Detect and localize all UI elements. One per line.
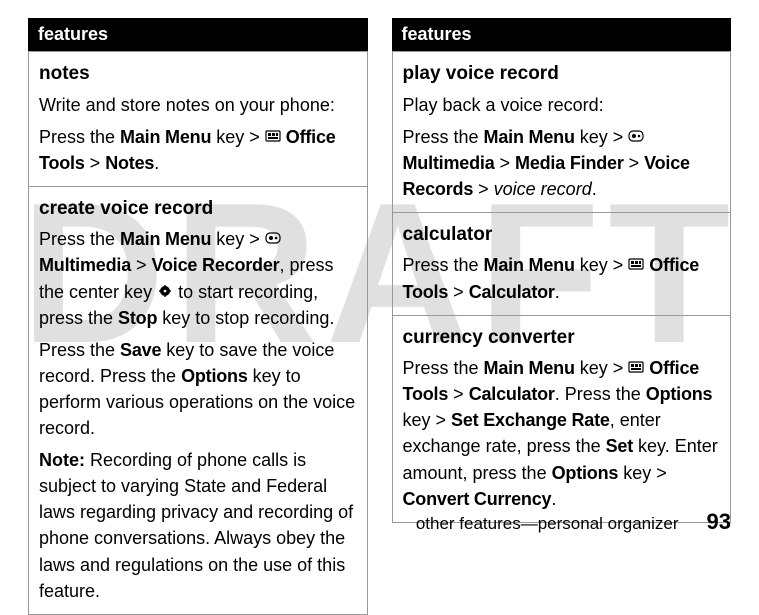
text-mid2: key > [403,410,452,430]
text-mid3: key to stop recording. [157,308,334,328]
footer-label: other features—personal organizer [416,514,679,534]
text-gt: > [131,255,152,275]
label-calculator: Calculator [469,384,555,404]
cell-notes: notes Write and store notes on your phon… [28,51,368,186]
label-set-exchange-rate: Set Exchange Rate [451,410,610,430]
text-press: Press the [39,127,120,147]
multimedia-icon [265,230,281,246]
text-key-gt: key > [211,127,265,147]
label-voice-record-item: voice record [494,179,592,199]
text-press: Press the [403,358,484,378]
text-gt2: > [624,153,645,173]
text-gt1: > [495,153,516,173]
cell-play-voice: play voice record Play back a voice reco… [392,51,732,212]
title-create-voice: create voice record [39,195,357,223]
title-notes: notes [39,60,357,88]
label-main-menu: Main Menu [120,229,211,249]
label-multimedia: Multimedia [39,255,131,275]
center-key-icon [157,283,173,299]
create-path: Press the Main Menu key > Multimedia > V… [39,226,357,330]
label-voice-recorder: Voice Recorder [152,255,280,275]
label-options: Options [181,366,248,386]
create-save: Press the Save key to save the voice rec… [39,337,357,441]
text-key-gt: key > [575,127,629,147]
text-mid1: . Press the [555,384,646,404]
create-note: Note: Recording of phone calls is subjec… [39,447,357,604]
notes-path: Press the Main Menu key > Office Tools >… [39,124,357,176]
label-options: Options [646,384,713,404]
page-number: 93 [707,509,731,535]
text-key-gt: key > [575,255,629,275]
play-path: Press the Main Menu key > Multimedia > M… [403,124,721,202]
text-p2a: Press the [39,340,120,360]
text-gt: > [448,282,469,302]
label-multimedia: Multimedia [403,153,495,173]
label-save: Save [120,340,161,360]
left-column: features notes Write and store notes on … [28,18,368,615]
title-calculator: calculator [403,221,721,249]
label-calculator: Calculator [469,282,555,302]
text-mid5: key > [618,463,667,483]
label-notes: Notes [105,153,154,173]
label-note: Note: [39,450,85,470]
text-gt1: > [448,384,469,404]
title-play-voice: play voice record [403,60,721,88]
label-options2: Options [552,463,619,483]
cell-currency: currency converter Press the Main Menu k… [392,315,732,523]
currency-path: Press the Main Menu key > Office Tools >… [403,355,721,512]
calculator-path: Press the Main Menu key > Office Tools >… [403,252,721,304]
text-period: . [555,282,560,302]
label-main-menu: Main Menu [484,358,575,378]
left-header: features [28,18,368,51]
text-key-gt: key > [575,358,629,378]
title-currency: currency converter [403,324,721,352]
label-main-menu: Main Menu [484,127,575,147]
text-period: . [592,179,597,199]
office-tools-icon [628,256,644,272]
text-press: Press the [403,127,484,147]
text-press: Press the [403,255,484,275]
page-footer: other features—personal organizer 93 [416,509,731,535]
label-convert-currency: Convert Currency [403,489,552,509]
cell-create-voice-record: create voice record Press the Main Menu … [28,186,368,615]
label-main-menu: Main Menu [484,255,575,275]
text-press: Press the [39,229,120,249]
text-key-gt: key > [211,229,265,249]
text-note-body: Recording of phone calls is subject to v… [39,450,353,600]
text-gt3: > [473,179,494,199]
cell-calculator: calculator Press the Main Menu key > Off… [392,212,732,315]
office-tools-icon [265,128,281,144]
label-stop: Stop [118,308,157,328]
notes-desc: Write and store notes on your phone: [39,92,357,118]
text-period: . [551,489,556,509]
office-tools-icon [628,359,644,375]
text-gt: > [85,153,106,173]
play-desc: Play back a voice record: [403,92,721,118]
multimedia-icon [628,128,644,144]
right-header: features [392,18,732,51]
label-media-finder: Media Finder [515,153,624,173]
label-set: Set [606,436,633,456]
text-period: . [154,153,159,173]
label-main-menu: Main Menu [120,127,211,147]
